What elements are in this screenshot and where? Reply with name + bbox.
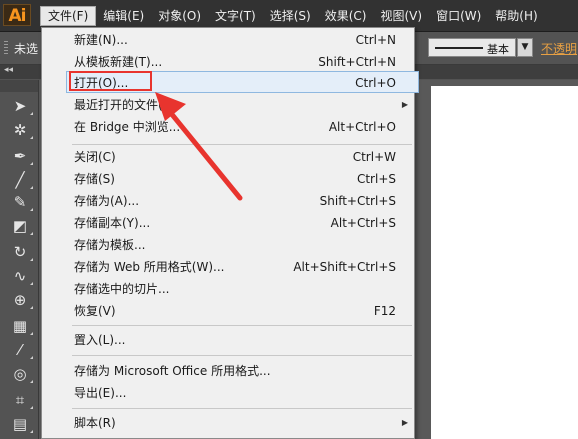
menu-window[interactable]: 窗口(W) (429, 6, 488, 26)
submenu-arrow-icon: ▶ (401, 100, 408, 109)
watermark-sub: 经验 (514, 417, 533, 427)
selection-tool-icon[interactable]: ➤ (9, 96, 33, 116)
artboard-tool-icon[interactable]: ⌗ (9, 390, 33, 410)
brush-tool-icon[interactable]: ✎ (9, 192, 33, 212)
rotate-tool-icon[interactable]: ↻ (9, 242, 33, 262)
menu-view[interactable]: 视图(V) (373, 6, 429, 26)
menu-item-label: 在 Bridge 中浏览... (74, 120, 181, 134)
menu-separator (72, 325, 412, 326)
menu-item-label: 存储为 Microsoft Office 所用格式... (74, 364, 271, 378)
menu-item-label: 新建(N)... (74, 33, 128, 47)
menu-item-shortcut: Shift+Ctrl+N (318, 55, 396, 69)
annotation-highlight-box (69, 71, 152, 91)
tools-panel: ➤ ✲ ✒ ╱ ✎ ◩ ↻ ∿ ⊕ ▦ ⁄ ◎ ⌗ ▤ (0, 80, 39, 439)
menu-item-shortcut: Ctrl+N (355, 33, 396, 47)
tools-panel-header[interactable] (0, 80, 38, 92)
collapse-panel-icon[interactable]: ◂◂ (4, 65, 13, 75)
menu-help[interactable]: 帮助(H) (488, 6, 544, 26)
panel-grip-icon[interactable] (4, 41, 8, 55)
menu-edit[interactable]: 编辑(E) (96, 6, 151, 26)
menu-item-label: 从模板新建(T)... (74, 55, 163, 69)
pen-tool-icon[interactable]: ✒ (9, 146, 33, 166)
baidu-watermark: Baidu 经验 (470, 395, 570, 427)
graph-tool-icon[interactable]: ▤ (9, 414, 33, 434)
menu-item-save-copy[interactable]: 存储副本(Y)... Alt+Ctrl+S (42, 212, 414, 234)
menu-item-label: 存储为模板... (74, 238, 146, 252)
artboard[interactable] (431, 86, 578, 439)
menu-item-scripts[interactable]: 脚本(R) ▶ (42, 412, 414, 434)
menu-item-shortcut: F12 (373, 304, 396, 318)
menu-item-revert[interactable]: 恢复(V) F12 (42, 300, 414, 322)
eraser-tool-icon[interactable]: ◩ (9, 216, 33, 236)
menu-item-shortcut: Ctrl+W (352, 150, 396, 164)
menu-item-label: 存储选中的切片... (74, 282, 170, 296)
symbol-sprayer-icon[interactable]: ◎ (9, 364, 33, 384)
menu-separator (72, 144, 412, 145)
menu-item-save-slices[interactable]: 存储选中的切片... (42, 278, 414, 300)
menu-effect[interactable]: 效果(C) (318, 6, 374, 26)
menu-item-save[interactable]: 存储(S) Ctrl+S (42, 168, 414, 190)
menu-file[interactable]: 文件(F) (40, 6, 97, 26)
menu-item-save-as[interactable]: 存储为(A)... Shift+Ctrl+S (42, 190, 414, 212)
menu-item-shortcut: Shift+Ctrl+S (319, 194, 396, 208)
menu-item-browse-bridge[interactable]: 在 Bridge 中浏览... Alt+Ctrl+O (42, 116, 414, 138)
menu-item-label: 导出(E)... (74, 386, 127, 400)
selection-status: 未选 (14, 42, 39, 56)
stroke-style-select[interactable]: 基本 (428, 38, 516, 57)
menu-item-save-for-web[interactable]: 存储为 Web 所用格式(W)... Alt+Shift+Ctrl+S (42, 256, 414, 278)
menu-item-shortcut: Alt+Ctrl+O (328, 120, 396, 134)
menu-separator (72, 355, 412, 356)
menu-item-save-template[interactable]: 存储为模板... (42, 234, 414, 256)
mesh-tool-icon[interactable]: ▦ (9, 316, 33, 336)
menu-item-label: 存储(S) (74, 172, 115, 186)
menu-item-label: 关闭(C) (74, 150, 116, 164)
menu-item-label: 存储为(A)... (74, 194, 140, 208)
menu-item-export[interactable]: 导出(E)... (42, 382, 414, 404)
menu-type[interactable]: 文字(T) (208, 6, 263, 26)
magic-wand-icon[interactable]: ✲ (9, 120, 33, 140)
menu-item-open-recent[interactable]: 最近打开的文件(F) ▶ (42, 94, 414, 116)
menu-item-shortcut: Ctrl+S (356, 172, 396, 186)
opacity-link[interactable]: 不透明 (541, 40, 577, 57)
submenu-arrow-icon: ▶ (401, 418, 408, 427)
menu-item-label: 置入(L)... (74, 333, 126, 347)
illustrator-logo: Ai (3, 4, 31, 26)
menu-item-label: 脚本(R) (74, 416, 116, 430)
menu-item-label: 存储为 Web 所用格式(W)... (74, 260, 225, 274)
line-tool-icon[interactable]: ╱ (9, 170, 33, 190)
menu-items: 文件(F) 编辑(E) 对象(O) 文字(T) 选择(S) 效果(C) 视图(V… (40, 6, 545, 26)
eyedropper-tool-icon[interactable]: ⁄ (9, 340, 33, 360)
menu-select[interactable]: 选择(S) (263, 6, 318, 26)
menu-item-label: 存储副本(Y)... (74, 216, 151, 230)
menu-item-shortcut: Ctrl+O (355, 76, 396, 90)
stroke-preview (435, 47, 483, 49)
menu-separator (72, 408, 412, 409)
menu-item-shortcut: Alt+Ctrl+S (330, 216, 396, 230)
warp-tool-icon[interactable]: ∿ (9, 266, 33, 286)
menu-item-place[interactable]: 置入(L)... (42, 329, 414, 351)
menu-item-new[interactable]: 新建(N)... Ctrl+N (42, 29, 414, 51)
menu-item-new-from-template[interactable]: 从模板新建(T)... Shift+Ctrl+N (42, 51, 414, 73)
menu-item-shortcut: Alt+Shift+Ctrl+S (293, 260, 396, 274)
menu-item-label: 最近打开的文件(F) (74, 98, 175, 112)
stroke-style-label: 基本 (487, 43, 509, 56)
shape-builder-icon[interactable]: ⊕ (9, 290, 33, 310)
chevron-down-icon[interactable]: ▼ (517, 38, 533, 57)
menu-object[interactable]: 对象(O) (151, 6, 208, 26)
menu-item-label: 恢复(V) (74, 304, 116, 318)
menu-item-close[interactable]: 关闭(C) Ctrl+W (42, 146, 414, 168)
menu-item-save-office[interactable]: 存储为 Microsoft Office 所用格式... (42, 360, 414, 382)
